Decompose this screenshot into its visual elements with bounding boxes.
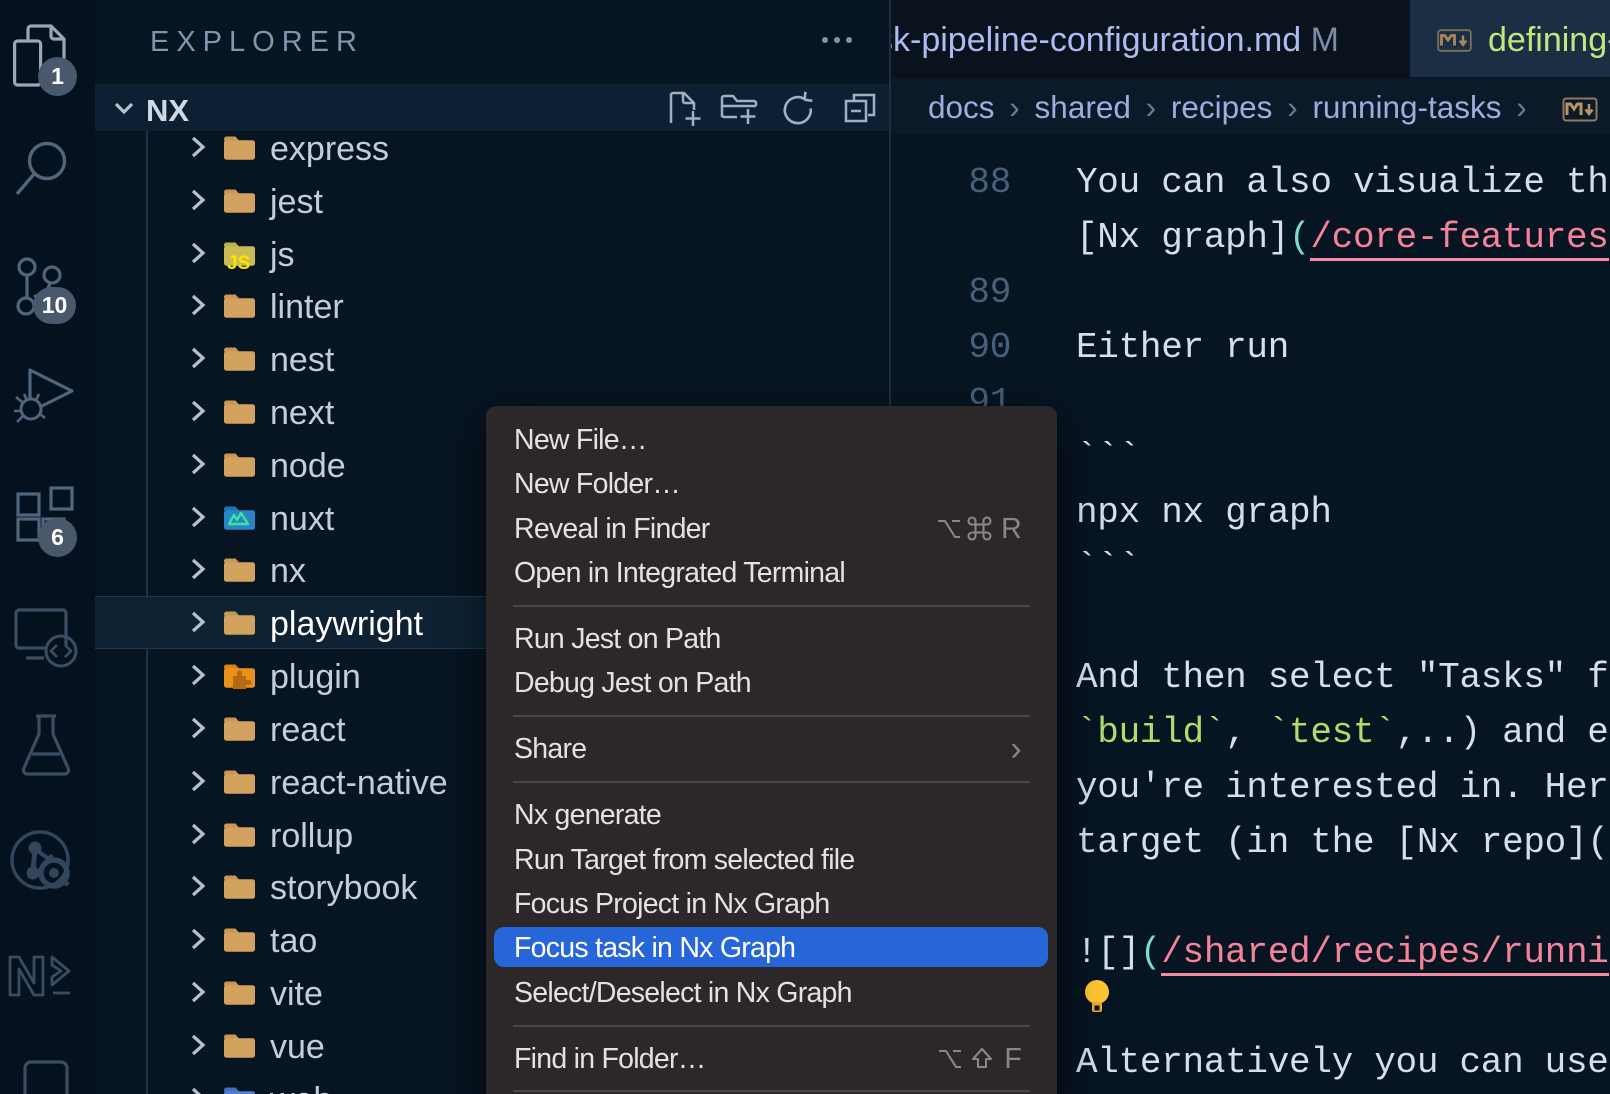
svg-text:JS: JS (227, 253, 250, 274)
